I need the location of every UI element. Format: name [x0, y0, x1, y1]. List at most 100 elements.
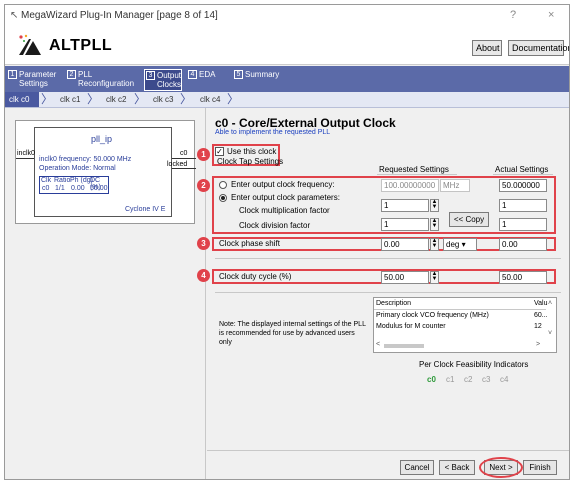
- step-pll-reconfiguration[interactable]: 2 PLL Reconfiguration: [67, 70, 139, 90]
- clock-tabs: clk c0 〉 clk c1 〉 clk c2 〉 clk c3 〉 clk …: [5, 92, 569, 108]
- tap-settings-label: Clock Tap Settings: [217, 157, 284, 166]
- block-symbol-panel: pll_ip inclk0 frequency: 50.000 MHz Oper…: [5, 108, 206, 479]
- app-icon: ↖: [10, 10, 19, 21]
- duty-cycle-label: Clock duty cycle (%): [219, 272, 292, 281]
- documentation-button[interactable]: Documentation: [508, 40, 569, 56]
- step-label: PLL Reconfiguration: [78, 70, 135, 88]
- division-input[interactable]: 1: [381, 218, 429, 231]
- tab-clk-c2[interactable]: clk c2: [106, 92, 126, 107]
- phase-unit-select[interactable]: deg ▾: [443, 238, 477, 251]
- multiplication-input[interactable]: 1: [381, 199, 429, 212]
- table-cell: c0: [42, 185, 50, 192]
- feasibility-title: Per Clock Feasibility Indicators: [419, 360, 529, 369]
- duty-cycle-spinner[interactable]: ▲ ▼: [430, 271, 439, 284]
- about-button[interactable]: About: [472, 40, 502, 56]
- parameters-radio[interactable]: [219, 194, 227, 202]
- finish-button[interactable]: Finish: [523, 460, 557, 475]
- back-button[interactable]: < Back: [439, 460, 475, 475]
- tab-clk-c1[interactable]: clk c1: [60, 92, 80, 107]
- divider: [374, 309, 546, 310]
- section-title: c0 - Core/External Output Clock: [215, 116, 396, 130]
- feasibility-c1: c1: [446, 375, 455, 384]
- output-port-c0: c0: [180, 150, 188, 157]
- block-mode: Operation Mode: Normal: [39, 165, 116, 172]
- next-highlight-circle: [479, 457, 523, 478]
- step-label: Summary: [245, 70, 280, 79]
- scroll-right-icon[interactable]: >: [536, 341, 540, 348]
- desc-row-label: Modulus for M counter: [376, 323, 446, 330]
- division-label: Clock division factor: [239, 221, 311, 230]
- divider: [215, 292, 561, 293]
- actual-frequency-field: 50.000000: [499, 179, 547, 192]
- help-button[interactable]: ?: [510, 9, 516, 21]
- step-number: 4: [188, 70, 197, 79]
- desc-row-label: Primary clock VCO frequency (MHz): [376, 312, 489, 319]
- frequency-unit-select[interactable]: MHz: [440, 179, 470, 192]
- phase-shift-input[interactable]: 0.00: [381, 238, 429, 251]
- use-clock-checkbox[interactable]: ✓: [215, 147, 224, 156]
- step-output-clocks[interactable]: 3 Output Clocks: [144, 69, 182, 91]
- divider: [493, 174, 553, 175]
- desc-header: Description: [376, 300, 412, 307]
- output-line: [172, 168, 196, 169]
- chevron-right-icon: 〉: [41, 92, 54, 106]
- multiplication-spinner[interactable]: ▲ ▼: [430, 199, 439, 212]
- step-label: Output Clocks: [157, 71, 182, 89]
- step-parameter-settings[interactable]: 1 Parameter Settings: [8, 70, 62, 90]
- feasibility-c3: c3: [482, 375, 491, 384]
- scroll-left-icon[interactable]: <: [376, 341, 380, 348]
- block-clock-table: Clk Ratio Ph (dg) DC (%) c0 1/1 0.00 50.…: [39, 176, 109, 194]
- cancel-button[interactable]: Cancel: [400, 460, 434, 475]
- step-number: 3: [146, 71, 155, 80]
- actual-division-field: 1: [499, 218, 547, 231]
- frequency-option-label: Enter output clock frequency:: [231, 180, 335, 189]
- title-bar: ↖ MegaWizard Plug-In Manager [page 8 of …: [5, 5, 569, 27]
- table-header: Ratio: [54, 177, 71, 184]
- scroll-down-icon[interactable]: ˅: [548, 330, 552, 337]
- actual-settings-header: Actual Settings: [495, 165, 549, 174]
- device-family: Cyclone IV E: [125, 206, 166, 213]
- step-number: 1: [8, 70, 17, 79]
- footer-divider: [207, 450, 569, 451]
- desc-row-value: 12: [534, 323, 542, 330]
- step-label: EDA: [199, 70, 216, 79]
- app-title: ALTPLL: [49, 37, 113, 54]
- output-port-locked: locked: [167, 161, 188, 168]
- actual-duty-field: 50.00: [499, 271, 547, 284]
- feasibility-c0: c0: [427, 375, 436, 384]
- desc-row-value: 60...: [534, 312, 548, 319]
- scroll-up-icon[interactable]: ˄: [548, 300, 552, 307]
- horizontal-scrollbar[interactable]: [384, 344, 424, 348]
- duty-cycle-input[interactable]: 50.00: [381, 271, 429, 284]
- copy-button[interactable]: << Copy: [449, 212, 489, 227]
- parameters-option-label: Enter output clock parameters:: [231, 193, 340, 202]
- tab-clk-c3[interactable]: clk c3: [153, 92, 173, 107]
- badge-4: 4: [197, 269, 210, 282]
- step-navigation: 1 Parameter Settings 2 PLL Reconfiguration…: [5, 66, 569, 92]
- advanced-note: Note: The displayed internal settings of…: [219, 321, 366, 346]
- description-table[interactable]: Description Valu Primary clock VCO frequ…: [373, 297, 557, 353]
- tab-clk-c4[interactable]: clk c4: [200, 92, 220, 107]
- chevron-right-icon: 〉: [134, 92, 147, 106]
- table-header: Clk: [41, 177, 52, 184]
- altpll-logo-icon: [17, 33, 45, 59]
- pll-block: pll_ip inclk0 frequency: 50.000 MHz Oper…: [34, 127, 172, 217]
- pll-block-diagram: pll_ip inclk0 frequency: 50.000 MHz Oper…: [15, 120, 196, 224]
- close-button[interactable]: ×: [548, 9, 554, 21]
- desc-header-value: Valu: [534, 300, 548, 307]
- tab-clk-c0[interactable]: clk c0: [5, 92, 39, 107]
- wizard-window: ↖ MegaWizard Plug-In Manager [page 8 of …: [4, 4, 570, 480]
- block-name: pll_ip: [91, 134, 113, 144]
- chevron-right-icon: 〉: [180, 92, 193, 106]
- frequency-radio[interactable]: [219, 181, 227, 189]
- output-line: [172, 158, 196, 159]
- step-eda[interactable]: 4 EDA: [188, 70, 218, 90]
- frequency-input[interactable]: 100.00000000: [381, 179, 439, 192]
- phase-shift-spinner[interactable]: ▲ ▼: [430, 238, 439, 251]
- requested-settings-header: Requested Settings: [379, 165, 449, 174]
- settings-panel: c0 - Core/External Output Clock Able to …: [197, 108, 569, 479]
- step-summary[interactable]: 5 Summary: [234, 70, 282, 90]
- division-spinner[interactable]: ▲ ▼: [430, 218, 439, 231]
- wizard-header: ALTPLL About Documentation: [5, 27, 569, 65]
- table-cell: 1/1: [55, 185, 65, 192]
